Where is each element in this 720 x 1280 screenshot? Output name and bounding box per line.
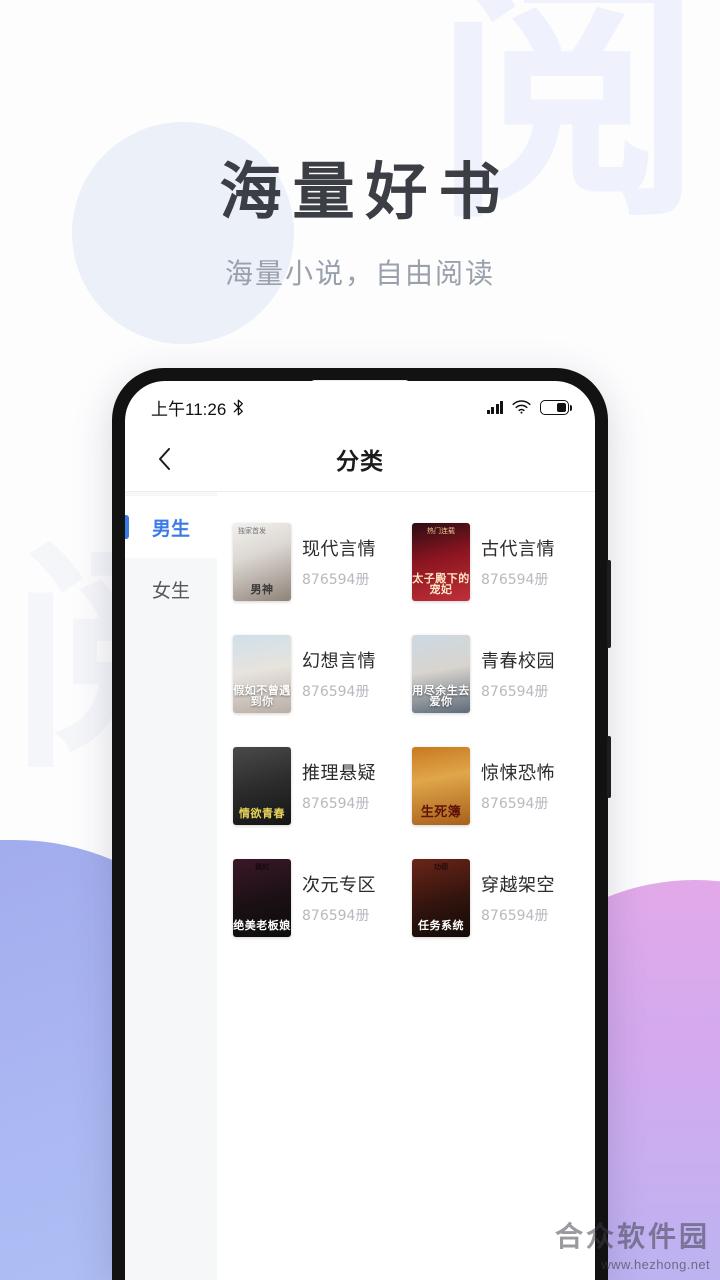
- book-cover-thumbnail: 用尽余生去爱你: [412, 635, 470, 713]
- book-cover-thumbnail: 我的 绝美老板娘: [233, 859, 291, 937]
- category-text: 青春校园 876594册: [481, 647, 555, 701]
- nav-bar: 分类: [125, 427, 595, 491]
- category-text: 现代言情 876594册: [302, 535, 376, 589]
- category-count: 876594册: [481, 793, 555, 813]
- cover-title-text: 太子殿下的宠妃: [412, 573, 470, 596]
- category-text: 推理悬疑 876594册: [302, 759, 376, 813]
- category-count: 876594册: [481, 569, 555, 589]
- category-text: 穿越架空 876594册: [481, 871, 555, 925]
- cover-title-text: 男神: [233, 584, 291, 596]
- sidebar-item-male-label: 男生: [152, 514, 190, 541]
- cellular-signal-icon: [487, 400, 504, 414]
- cover-top-text: 我的: [233, 864, 291, 872]
- cover-title-text: 假如不曾遇到你: [233, 685, 291, 708]
- wifi-icon: [512, 400, 531, 414]
- category-name: 青春校园: [481, 647, 555, 673]
- category-text: 次元专区 876594册: [302, 871, 376, 925]
- category-count: 876594册: [302, 793, 376, 813]
- category-sidebar: 男生 女生: [125, 492, 217, 1280]
- category-name: 古代言情: [481, 535, 555, 561]
- book-cover-thumbnail: 假如不曾遇到你: [233, 635, 291, 713]
- content-area: 男生 女生 独家首发 男神 现代言情 876594册: [125, 492, 595, 1280]
- cover-title-text: 绝美老板娘: [233, 920, 291, 932]
- category-name: 幻想言情: [302, 647, 376, 673]
- category-item[interactable]: 生死簿 惊悚恐怖 876594册: [408, 730, 583, 842]
- category-item[interactable]: 我的 绝美老板娘 次元专区 876594册: [229, 842, 404, 954]
- category-item[interactable]: 独家首发 男神 现代言情 876594册: [229, 506, 404, 618]
- category-item[interactable]: 情欲青春 推理悬疑 876594册: [229, 730, 404, 842]
- category-name: 穿越架空: [481, 871, 555, 897]
- chevron-left-icon: [158, 448, 171, 470]
- book-cover-thumbnail: 热门连载 太子殿下的宠妃: [412, 523, 470, 601]
- cover-top-text: 热门连载: [412, 528, 470, 536]
- cover-title-text: 任务系统: [412, 920, 470, 932]
- cover-title-text: 情欲青春: [233, 808, 291, 820]
- status-bar: 上午11:26: [125, 381, 595, 427]
- category-item[interactable]: 用尽余生去爱你 青春校园 876594册: [408, 618, 583, 730]
- category-name: 次元专区: [302, 871, 376, 897]
- category-text: 古代言情 876594册: [481, 535, 555, 589]
- bluetooth-icon: [233, 399, 244, 416]
- sidebar-item-female-label: 女生: [152, 576, 190, 603]
- hero-section: 海量好书 海量小说，自由阅读: [0, 155, 720, 292]
- status-bar-clock: 上午11:26: [151, 395, 226, 420]
- category-item[interactable]: 假如不曾遇到你 幻想言情 876594册: [229, 618, 404, 730]
- hero-title: 海量好书: [0, 155, 720, 228]
- book-cover-thumbnail: 情欲青春: [233, 747, 291, 825]
- category-count: 876594册: [302, 681, 376, 701]
- phone-screen: 上午11:26: [125, 381, 595, 1280]
- category-count: 876594册: [481, 681, 555, 701]
- category-name: 推理悬疑: [302, 759, 376, 785]
- promo-page: 阅 阅 海量好书 海量小说，自由阅读 上午11:26: [0, 0, 720, 1280]
- category-item[interactable]: 热门连载 太子殿下的宠妃 古代言情 876594册: [408, 506, 583, 618]
- category-grid: 独家首发 男神 现代言情 876594册 热门连载 太子殿下的宠妃: [217, 492, 595, 1280]
- cover-title-text: 生死簿: [412, 806, 470, 820]
- cover-title-text: 用尽余生去爱你: [412, 685, 470, 708]
- back-button[interactable]: [147, 442, 181, 476]
- phone-mockup: 上午11:26: [112, 368, 608, 1280]
- page-title: 分类: [125, 442, 595, 476]
- phone-power-button: [607, 736, 611, 798]
- category-count: 876594册: [302, 905, 376, 925]
- sidebar-item-female[interactable]: 女生: [125, 558, 217, 620]
- book-cover-thumbnail: 功德 任务系统: [412, 859, 470, 937]
- category-text: 惊悚恐怖 876594册: [481, 759, 555, 813]
- status-bar-right: [487, 400, 570, 415]
- category-name: 惊悚恐怖: [481, 759, 555, 785]
- cover-top-text: 功德: [412, 864, 470, 872]
- category-name: 现代言情: [302, 535, 376, 561]
- cover-top-text: 独家首发: [233, 528, 291, 536]
- status-bar-left: 上午11:26: [151, 395, 244, 420]
- hero-subtitle: 海量小说，自由阅读: [0, 252, 720, 292]
- phone-volume-button: [607, 560, 611, 648]
- category-text: 幻想言情 876594册: [302, 647, 376, 701]
- category-count: 876594册: [481, 905, 555, 925]
- category-count: 876594册: [302, 569, 376, 589]
- book-cover-thumbnail: 生死簿: [412, 747, 470, 825]
- sidebar-item-male[interactable]: 男生: [125, 496, 217, 558]
- book-cover-thumbnail: 独家首发 男神: [233, 523, 291, 601]
- category-item[interactable]: 功德 任务系统 穿越架空 876594册: [408, 842, 583, 954]
- battery-icon: [540, 400, 569, 415]
